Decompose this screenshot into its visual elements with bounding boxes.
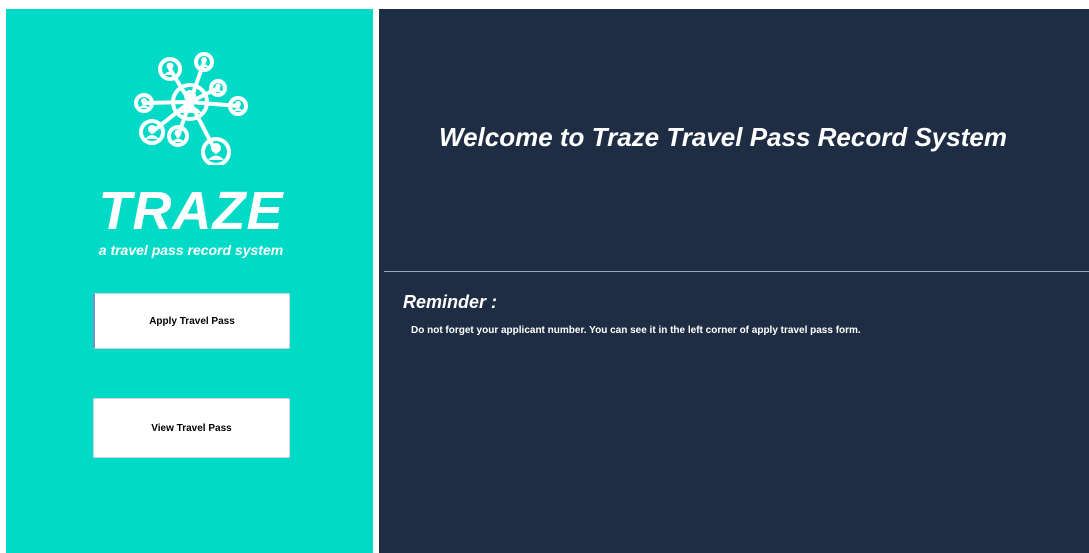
reminder-title: Reminder : xyxy=(403,292,498,312)
main-panel: Welcome to Traze Travel Pass Record Syst… xyxy=(379,9,1089,553)
horizontal-divider xyxy=(384,271,1089,272)
reminder-text: Do not forget your applicant number. You… xyxy=(411,325,861,336)
brand-tagline: a travel pass record system xyxy=(98,242,284,258)
network-people-icon xyxy=(134,52,248,165)
view-travel-pass-label: View Travel Pass xyxy=(151,422,232,434)
apply-travel-pass-button[interactable]: Apply Travel Pass xyxy=(93,293,290,349)
welcome-title: Welcome to Traze Travel Pass Record Syst… xyxy=(439,122,1007,152)
view-travel-pass-button[interactable]: View Travel Pass xyxy=(93,398,290,458)
sidebar: TRAZE a travel pass record system Apply … xyxy=(6,9,373,553)
apply-travel-pass-label: Apply Travel Pass xyxy=(149,315,235,327)
app-window: TRAZE a travel pass record system Apply … xyxy=(6,9,1089,553)
brand-title: TRAZE xyxy=(98,181,284,241)
